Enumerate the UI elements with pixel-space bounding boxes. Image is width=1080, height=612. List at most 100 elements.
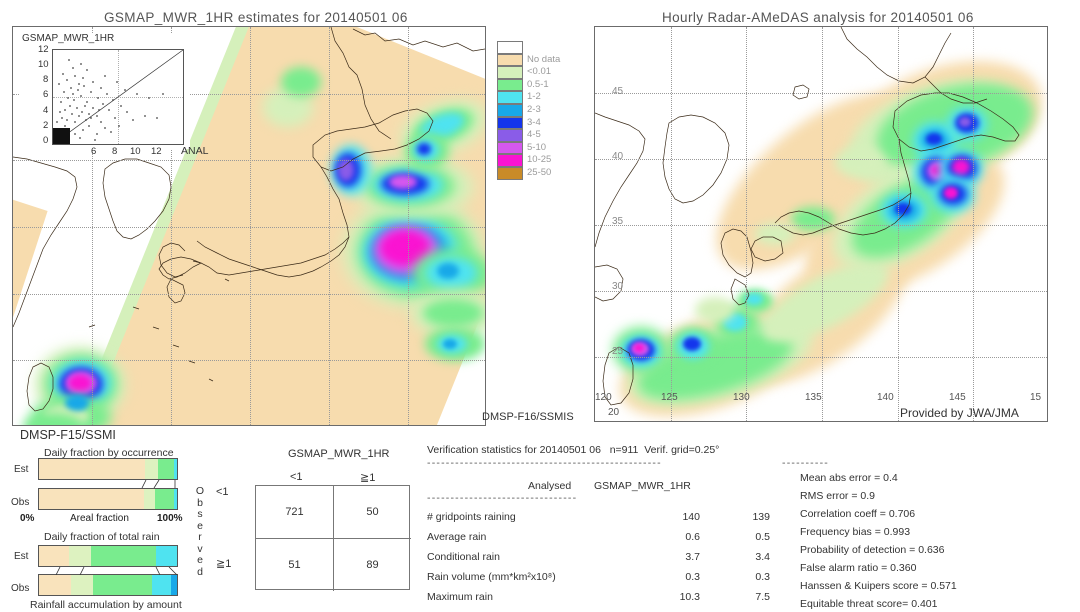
colorbar-label-0: No data: [527, 53, 561, 65]
stat-row-model-2: 3.4: [755, 551, 770, 563]
bar-segment-2: [92, 575, 153, 595]
occurrence-obs-label: Obs: [11, 497, 30, 508]
occurrence-obs-bar[interactable]: [38, 488, 178, 510]
bar-segment-0: [39, 575, 71, 595]
colorbar-swatch-0: [497, 53, 523, 67]
bar-segment-2: [154, 489, 174, 509]
scatter-xaxis-label: ANAL: [181, 145, 209, 157]
stat-row-analysed-2: 3.7: [685, 551, 700, 563]
scatter-xtick-6: 6: [91, 146, 97, 157]
colorbar-swatch-3: [497, 91, 523, 104]
contingency-col-title: GSMAP_MWR_1HR: [288, 448, 390, 460]
stat-row-analysed-1: 0.6: [685, 531, 700, 543]
bar-segment-0: [39, 489, 144, 509]
scatter-ytick-10: 10: [38, 59, 49, 70]
score-0: Mean abs error = 0.4: [800, 472, 898, 484]
scatter-inset-title: GSMAP_MWR_1HR: [22, 33, 115, 44]
colorbar-label-4: 2-3: [527, 103, 541, 115]
colorbar-swatch-6: [497, 129, 523, 142]
contingency-col-header-lt1: <1: [290, 471, 303, 483]
bar-segment-1: [70, 575, 93, 595]
colorbar-label-1: <0.01: [527, 66, 552, 78]
scatter-ytick-12: 12: [38, 44, 49, 55]
radar-amedas-map[interactable]: [594, 26, 1048, 422]
lon-tick-150: 15: [1030, 392, 1042, 403]
colorbar-swatch-blank: [497, 41, 523, 54]
occurrence-linkers: [141, 480, 176, 488]
areal-fraction-min: 0%: [20, 513, 35, 524]
stat-row-model-3: 0.3: [755, 571, 770, 583]
right-map-coastlines: [595, 27, 1047, 421]
lat-tick-40: 40: [612, 151, 624, 162]
gridline-horizontal: [595, 357, 1047, 358]
colorbar-label-7: 5-10: [527, 141, 547, 153]
bar-segment-1: [143, 489, 155, 509]
contingency-cell-1-0: 51: [288, 559, 301, 571]
contingency-cell-1-1: 89: [366, 559, 379, 571]
colorbar-label-2: 0.5-1: [527, 78, 549, 90]
areal-fraction-label: Areal fraction: [70, 513, 129, 524]
left-map-sensor-label: DMSP-F16/SSMIS: [482, 411, 574, 423]
stat-row-analysed-0: 140: [682, 511, 700, 523]
contingency-col-header-ge1: ≧1: [360, 472, 376, 484]
scatter-ytick-2: 2: [43, 120, 49, 131]
bottom-sensor-label: DMSP-F15/SSMI: [20, 428, 116, 442]
colorbar-swatch-4: [497, 103, 523, 117]
lon-tick-120: 120: [595, 392, 612, 403]
precipitation-colorbar[interactable]: No data <0.01 0.5-1 1-2 2-3 3-4 4-5 5-10 10-25 25…: [497, 41, 577, 191]
right-panel-title: Hourly Radar-AMeDAS analysis for 2014050…: [662, 10, 974, 25]
score-6: Hanssen & Kuipers score = 0.571: [800, 580, 957, 592]
colorbar-label-3: 1-2: [527, 91, 541, 103]
stats-col-header-analysed: Analysed: [528, 480, 572, 492]
stat-row-label-2: Conditional rain: [427, 551, 500, 563]
stat-row-analysed-3: 0.3: [685, 571, 700, 583]
bar-segment-3: [173, 489, 177, 509]
contingency-row-header-lt1: <1: [216, 486, 229, 498]
colorbar-swatch-5: [497, 116, 523, 130]
scatter-ytick-8: 8: [43, 74, 49, 85]
gridline-horizontal: [13, 293, 485, 295]
lat-tick-25: 25: [612, 346, 624, 357]
scatter-ytick-0: 0: [43, 135, 49, 146]
total-rain-obs-label: Obs: [11, 583, 30, 594]
gridline-horizontal: [595, 159, 1047, 160]
gridline-horizontal: [13, 360, 485, 362]
contingency-cell-0-1: 50: [366, 506, 379, 518]
bar-segment-2: [91, 546, 157, 566]
lon-tick-125: 125: [661, 392, 678, 403]
stat-row-label-4: Maximum rain: [427, 591, 493, 603]
areal-fraction-max: 100%: [157, 513, 183, 524]
lon-tick-145: 145: [949, 392, 966, 403]
total-rain-est-label: Est: [14, 551, 29, 562]
score-7: Equitable threat score= 0.401: [800, 598, 938, 610]
bar-segment-4: [171, 575, 177, 595]
colorbar-label-5: 3-4: [527, 116, 541, 128]
colorbar-label-9: 25-50: [527, 166, 552, 178]
contingency-row-header-ge1: ≧1: [216, 558, 232, 570]
stat-row-label-0: # gridpoints raining: [427, 511, 516, 523]
total-rain-obs-bar[interactable]: [38, 574, 178, 596]
bar-segment-1: [69, 546, 92, 566]
contingency-table[interactable]: 721 50 51 89: [255, 485, 411, 591]
total-rain-est-bar[interactable]: [38, 545, 178, 567]
map-credit: Provided by JWA/JMA: [900, 406, 1019, 420]
occurrence-est-bar[interactable]: [38, 458, 178, 480]
stats-rule-2: --------------------------------: [427, 492, 578, 504]
score-1: RMS error = 0.9: [800, 490, 875, 502]
gridline-horizontal: [595, 225, 1047, 226]
stat-row-analysed-4: 10.3: [679, 591, 700, 603]
bar-segment-3: [152, 575, 172, 595]
scatter-inset[interactable]: GSMAP_MWR_1HR 12 10 8 6 4 2 0 6 8 10 12 …: [20, 33, 208, 157]
lon-tick-135: 135: [805, 392, 822, 403]
stats-header: Verification statistics for 20140501 06 …: [427, 444, 720, 456]
lat-tick-45: 45: [612, 86, 624, 97]
lon-tick-140: 140: [877, 392, 894, 403]
colorbar-label-6: 4-5: [527, 129, 541, 141]
left-panel-title: GSMAP_MWR_1HR estimates for 20140501 06: [104, 10, 408, 25]
stats-rule-1: ----------------------------------------…: [427, 457, 662, 469]
stat-row-model-1: 0.5: [755, 531, 770, 543]
scatter-plot-area: [52, 49, 184, 145]
colorbar-swatch-8: [497, 154, 523, 167]
contingency-cell-hit-miss-0-0: 721: [285, 506, 304, 518]
bar-segment-3: [156, 546, 177, 566]
